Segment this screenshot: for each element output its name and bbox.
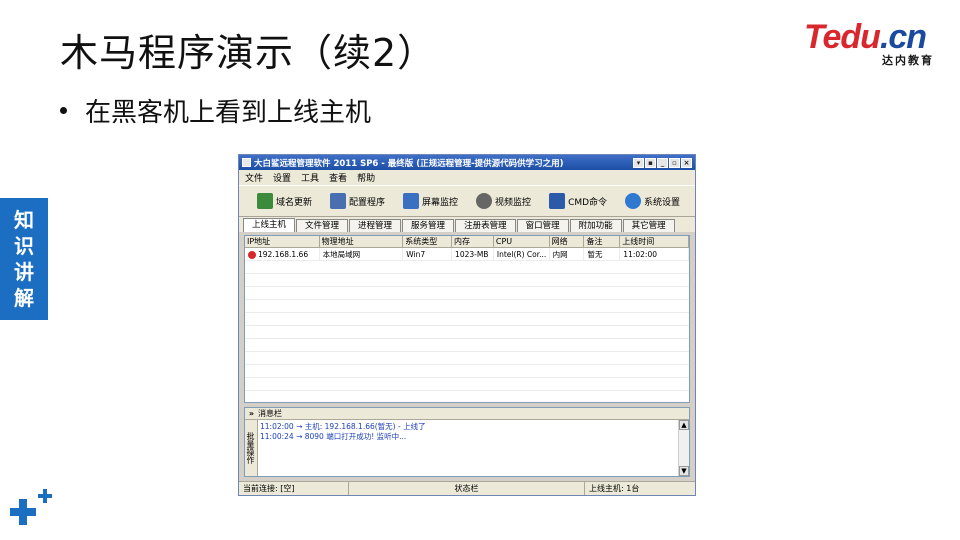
menu-view[interactable]: 查看 [329,171,347,184]
tab-strip: 上线主机 文件管理 进程管理 服务管理 注册表管理 窗口管理 附加功能 其它管理 [239,217,695,232]
configure-program-button[interactable]: 配置程序 [324,189,391,213]
cell-os: Win7 [403,248,453,260]
window-title: 大白鲨远程管理软件 2011 SP6 - 最终版 (正规远程管理-提供源代码供学… [254,158,564,169]
column-online-time[interactable]: 上线时间 [620,236,689,247]
tab-service-management[interactable]: 服务管理 [402,219,455,232]
column-cpu[interactable]: CPU [494,236,550,247]
plus-decoration-icon [10,488,56,534]
message-panel-header: » 消息栏 [245,408,689,420]
collapse-chevron-icon[interactable]: » [245,409,258,418]
side-tab-knowledge: 知识讲解 [0,198,48,320]
message-panel-title: 消息栏 [258,409,282,418]
log-line: 11:00:24 → 8090 端口打开成功! 监听中... [260,432,407,441]
column-memory[interactable]: 内存 [452,236,494,247]
cell-cpu: Intel(R) Cor... [494,248,550,260]
logo-subtitle: 达内教育 [882,54,934,67]
system-settings-button[interactable]: 系统设置 [619,189,686,213]
table-row[interactable]: 192.168.1.66 本地局域网 Win7 1023-MB Intel(R)… [245,248,689,261]
bullet-dot-icon [60,107,67,114]
menu-file[interactable]: 文件 [245,171,263,184]
menu-dropdown-button[interactable]: ▾ [633,157,644,168]
message-panel: » 消息栏 批量操作 11:02:00 → 主机: 192.168.1.66(暂… [244,407,690,477]
cell-remark: 暂无 [584,248,621,260]
scroll-up-icon[interactable]: ▲ [679,420,689,430]
tab-other-management[interactable]: 其它管理 [622,219,675,232]
batch-operation-tab[interactable]: 批量操作 [245,420,258,476]
online-hosts-table: IP地址 物理地址 系统类型 内存 CPU 网络 备注 上线时间 192.168… [244,235,690,403]
config-icon [330,193,347,209]
screen-monitor-button[interactable]: 屏幕监控 [397,189,464,213]
menu-bar: 文件 设置 工具 查看 帮助 [239,170,695,185]
window-titlebar[interactable]: 大白鲨远程管理软件 2011 SP6 - 最终版 (正规远程管理-提供源代码供学… [239,155,695,170]
cell-network: 内网 [550,248,585,260]
domain-update-button[interactable]: 域名更新 [251,189,318,213]
tedu-logo: Tedu.cn 达内教育 [804,18,934,68]
minimize-button[interactable]: _ [657,157,668,168]
settings-icon [625,193,642,209]
tab-file-management[interactable]: 文件管理 [296,219,349,232]
pin-button[interactable]: ▪ [645,157,656,168]
status-bar: 当前连接: [空] 状态栏 上线主机: 1台 [239,481,695,495]
webcam-icon [476,193,493,209]
column-network[interactable]: 网络 [550,236,585,247]
column-ip[interactable]: IP地址 [245,236,320,247]
tab-online-hosts[interactable]: 上线主机 [243,218,296,232]
status-text: 状态栏 [349,482,585,495]
video-monitor-button[interactable]: 视频监控 [470,189,537,213]
menu-tools[interactable]: 工具 [301,171,319,184]
host-status-icon [248,251,256,259]
log-line: 11:02:00 → 主机: 192.168.1.66(暂无) - 上线了 [260,422,426,431]
slide-title: 木马程序演示（续2） [60,31,437,75]
app-icon [242,158,251,167]
tab-window-management[interactable]: 窗口管理 [516,219,569,232]
monitor-icon [403,193,420,209]
remote-admin-window: 大白鲨远程管理软件 2011 SP6 - 最终版 (正规远程管理-提供源代码供学… [238,154,696,496]
logo-wordmark: Tedu.cn [804,18,927,56]
tab-process-management[interactable]: 进程管理 [349,219,402,232]
menu-help[interactable]: 帮助 [357,171,375,184]
cell-location: 本地局域网 [320,248,404,260]
cmd-command-button[interactable]: CMD命令 [543,189,613,213]
scroll-down-icon[interactable]: ▼ [679,466,689,476]
globe-refresh-icon [257,193,273,209]
status-online-hosts: 上线主机: 1台 [589,484,640,493]
cell-online-time: 11:02:00 [620,248,689,260]
message-scrollbar[interactable]: ▲ ▼ [678,420,689,476]
close-button[interactable]: × [681,157,692,168]
tab-extra-functions[interactable]: 附加功能 [569,219,622,232]
toolbar: 域名更新 配置程序 屏幕监控 视频监控 CMD命令 系统设置 [239,185,695,217]
message-log: 11:02:00 → 主机: 192.168.1.66(暂无) - 上线了 11… [260,422,677,442]
column-os[interactable]: 系统类型 [403,236,453,247]
menu-settings[interactable]: 设置 [273,171,291,184]
table-header: IP地址 物理地址 系统类型 内存 CPU 网络 备注 上线时间 [245,236,689,248]
maximize-button[interactable]: ▫ [669,157,680,168]
cmd-icon [549,193,566,209]
tab-registry-management[interactable]: 注册表管理 [455,219,516,232]
cell-memory: 1023-MB [452,248,494,260]
column-remark[interactable]: 备注 [584,236,621,247]
column-location[interactable]: 物理地址 [320,236,404,247]
cell-ip: 192.168.1.66 [245,248,320,260]
status-current-connection: 当前连接: [空] [239,482,349,495]
bullet-point: 在黑客机上看到上线主机 [60,92,371,129]
